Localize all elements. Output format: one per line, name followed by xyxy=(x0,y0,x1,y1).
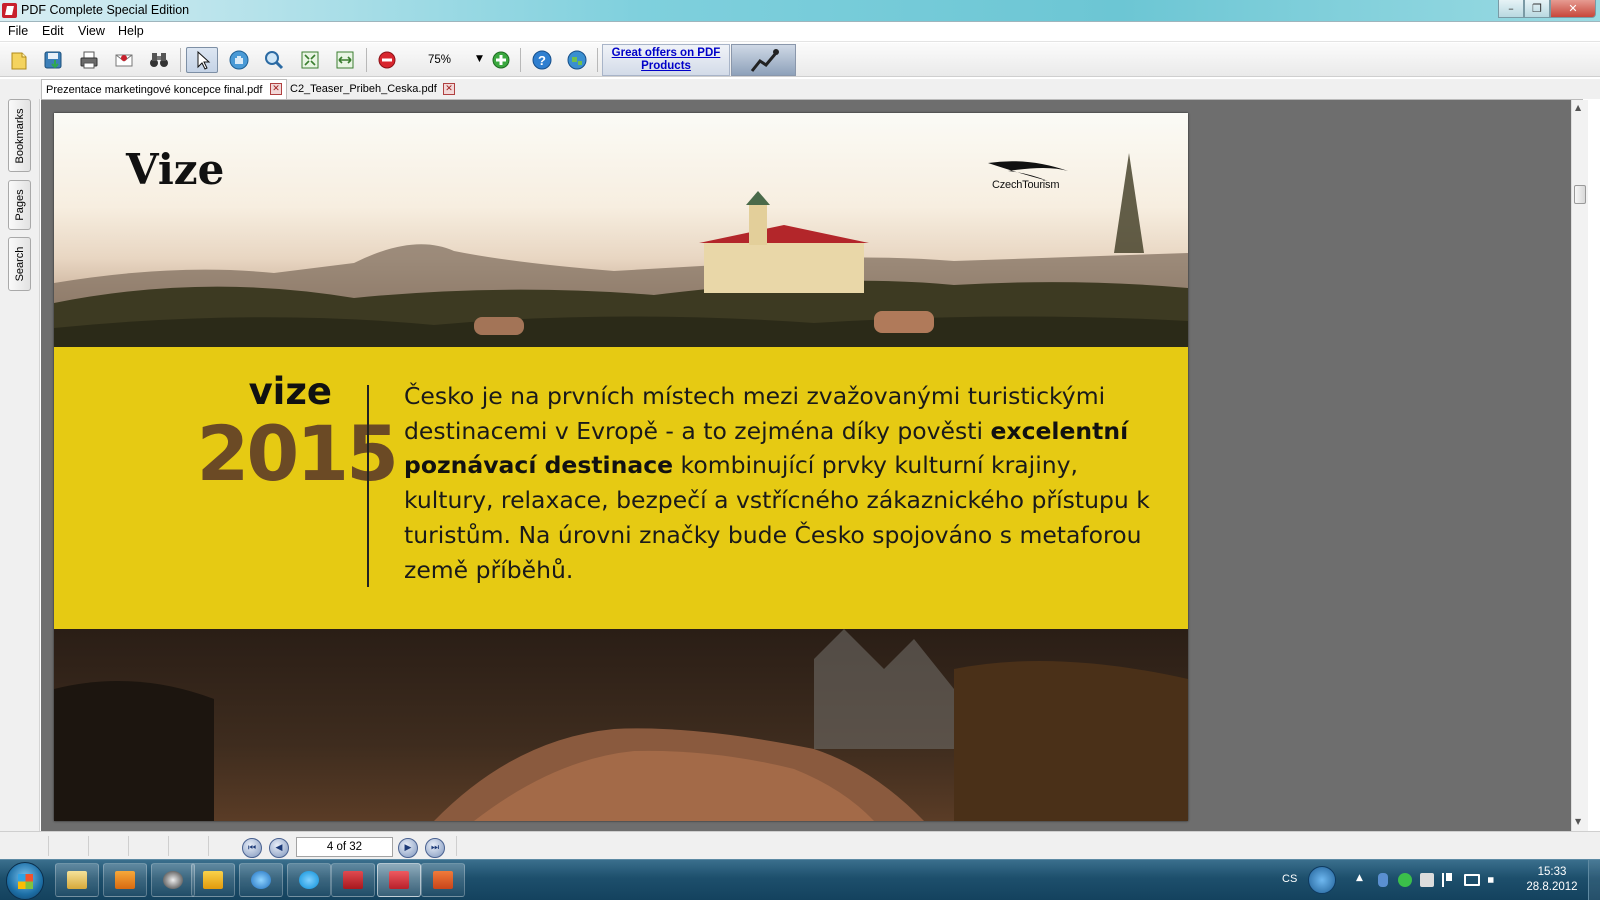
navigation-bar: ⏮ ◀ 4 of 32 ▶ ⏭ xyxy=(0,831,1600,859)
next-page-button[interactable]: ▶ xyxy=(398,838,418,858)
tab-c2-teaser[interactable]: C2_Teaser_Pribeh_Ceska.pdf xyxy=(286,79,446,99)
divider-line xyxy=(367,385,369,587)
page-number-field[interactable]: 4 of 32 xyxy=(296,837,393,857)
maximize-button[interactable]: ❐ xyxy=(1524,0,1550,18)
ad-banner-image[interactable] xyxy=(731,44,796,76)
clock-time: 15:33 xyxy=(1537,866,1567,878)
status-divider xyxy=(88,836,89,856)
vision-statement: Česko je na prvních místech mezi zvažova… xyxy=(404,382,1150,584)
minimize-button[interactable]: – xyxy=(1498,0,1524,18)
side-panel: Bookmarks Pages Search xyxy=(0,99,40,831)
zoom-in-icon[interactable] xyxy=(490,47,512,73)
device-icon[interactable] xyxy=(1420,873,1434,887)
show-hidden-icons-icon[interactable]: ▲ xyxy=(1356,873,1363,883)
start-button[interactable] xyxy=(6,862,44,900)
language-indicator[interactable]: CS xyxy=(1282,873,1297,885)
fit-width-icon[interactable] xyxy=(331,47,359,73)
previous-page-button[interactable]: ◀ xyxy=(269,838,289,858)
tab-pages[interactable]: Pages xyxy=(8,180,31,230)
vertical-scrollbar[interactable]: ▲ ▼ xyxy=(1571,100,1588,831)
vize-year: 2015 xyxy=(196,409,399,498)
zoom-dropdown-arrow-icon[interactable]: ▼ xyxy=(476,54,483,64)
toolbar-separator xyxy=(180,48,181,72)
first-page-button[interactable]: ⏮ xyxy=(242,838,262,858)
tab-label: C2_Teaser_Pribeh_Ceska.pdf xyxy=(290,83,437,95)
close-tab-icon[interactable]: ✕ xyxy=(270,83,282,95)
status-divider xyxy=(208,836,209,856)
slide-title: Vize xyxy=(126,145,225,194)
menu-view[interactable]: View xyxy=(78,24,105,38)
update-globe-icon[interactable] xyxy=(563,47,591,73)
toolbar-separator xyxy=(520,48,521,72)
taskbar-explorer-icon[interactable] xyxy=(55,863,99,897)
taskbar-outlook-icon[interactable] xyxy=(191,863,235,897)
close-tab-icon[interactable]: ✕ xyxy=(443,83,455,95)
menu-edit[interactable]: Edit xyxy=(42,24,64,38)
taskbar-ie-icon[interactable] xyxy=(239,863,283,897)
security-shield-icon[interactable] xyxy=(1398,873,1412,887)
status-divider xyxy=(168,836,169,856)
help-tray-icon[interactable] xyxy=(1308,866,1336,894)
pdf-app-icon xyxy=(2,3,17,18)
network-icon[interactable] xyxy=(1464,874,1480,886)
status-divider xyxy=(48,836,49,856)
svg-text:?: ? xyxy=(538,53,546,68)
select-pointer-icon[interactable] xyxy=(186,47,218,73)
action-center-flag-icon[interactable] xyxy=(1442,873,1454,887)
close-window-button[interactable]: ✕ xyxy=(1550,0,1596,18)
bluetooth-icon[interactable] xyxy=(1378,873,1388,887)
logo-text: CzechTourism xyxy=(992,179,1060,191)
taskbar-pdf-icon[interactable] xyxy=(331,863,375,897)
show-desktop-button[interactable] xyxy=(1588,860,1600,900)
toolbar: 75% ▼ ? xyxy=(0,43,1600,77)
last-page-button[interactable]: ⏭ xyxy=(425,838,445,858)
menu-bar: File Edit View Help xyxy=(0,22,1600,42)
taskbar-powerpoint-icon[interactable] xyxy=(421,863,465,897)
taskbar-skype-icon[interactable] xyxy=(287,863,331,897)
tab-search[interactable]: Search xyxy=(8,237,31,291)
zoom-magnifier-icon[interactable] xyxy=(260,47,288,73)
scrollbar-thumb[interactable] xyxy=(1574,185,1586,204)
toolbar-separator xyxy=(366,48,367,72)
print-icon[interactable] xyxy=(75,47,103,73)
email-icon[interactable] xyxy=(110,47,138,73)
zoom-level-field[interactable]: 75% xyxy=(412,51,484,69)
landscape-photo-bottom xyxy=(54,629,1188,821)
help-icon[interactable]: ? xyxy=(528,47,556,73)
tab-label: Prezentace marketingové koncepce final.p… xyxy=(46,84,263,96)
taskbar-media-player-icon[interactable] xyxy=(103,863,147,897)
save-icon[interactable] xyxy=(39,47,67,73)
volume-icon[interactable] xyxy=(1488,873,1502,887)
taskbar-pdf-complete-icon[interactable] xyxy=(377,863,421,897)
document-tabs: Prezentace marketingové koncepce final.p… xyxy=(0,79,1600,99)
fit-page-icon[interactable] xyxy=(296,47,324,73)
status-divider xyxy=(456,836,457,856)
menu-help[interactable]: Help xyxy=(118,24,144,38)
window-titlebar: PDF Complete Special Edition – ❐ ✕ xyxy=(0,0,1600,22)
windows-taskbar: CS ▲ 15:33 28.8.2012 xyxy=(0,859,1600,900)
tab-bookmarks[interactable]: Bookmarks xyxy=(8,99,31,172)
great-offers-link[interactable]: Great offers on PDF Products xyxy=(602,44,730,76)
status-divider xyxy=(128,836,129,856)
vize-label: vize xyxy=(248,370,332,413)
hand-pan-icon[interactable] xyxy=(225,47,253,73)
tab-prezentace[interactable]: Prezentace marketingové koncepce final.p… xyxy=(41,79,287,99)
find-binoculars-icon[interactable] xyxy=(145,47,173,73)
scroll-up-arrow-icon[interactable]: ▲ xyxy=(1575,103,1581,112)
pdf-page: Vize CzechTourism vize 2015 Česko je na … xyxy=(54,113,1188,821)
system-clock[interactable]: 15:33 28.8.2012 xyxy=(1522,865,1582,895)
open-file-icon[interactable] xyxy=(5,47,33,73)
taskbar-app-icon[interactable] xyxy=(151,863,195,897)
window-title: PDF Complete Special Edition xyxy=(21,3,190,17)
clock-date: 28.8.2012 xyxy=(1526,881,1578,893)
menu-file[interactable]: File xyxy=(8,24,28,38)
toolbar-separator xyxy=(597,48,598,72)
scroll-down-arrow-icon[interactable]: ▼ xyxy=(1575,817,1581,826)
zoom-out-icon[interactable] xyxy=(376,47,398,73)
